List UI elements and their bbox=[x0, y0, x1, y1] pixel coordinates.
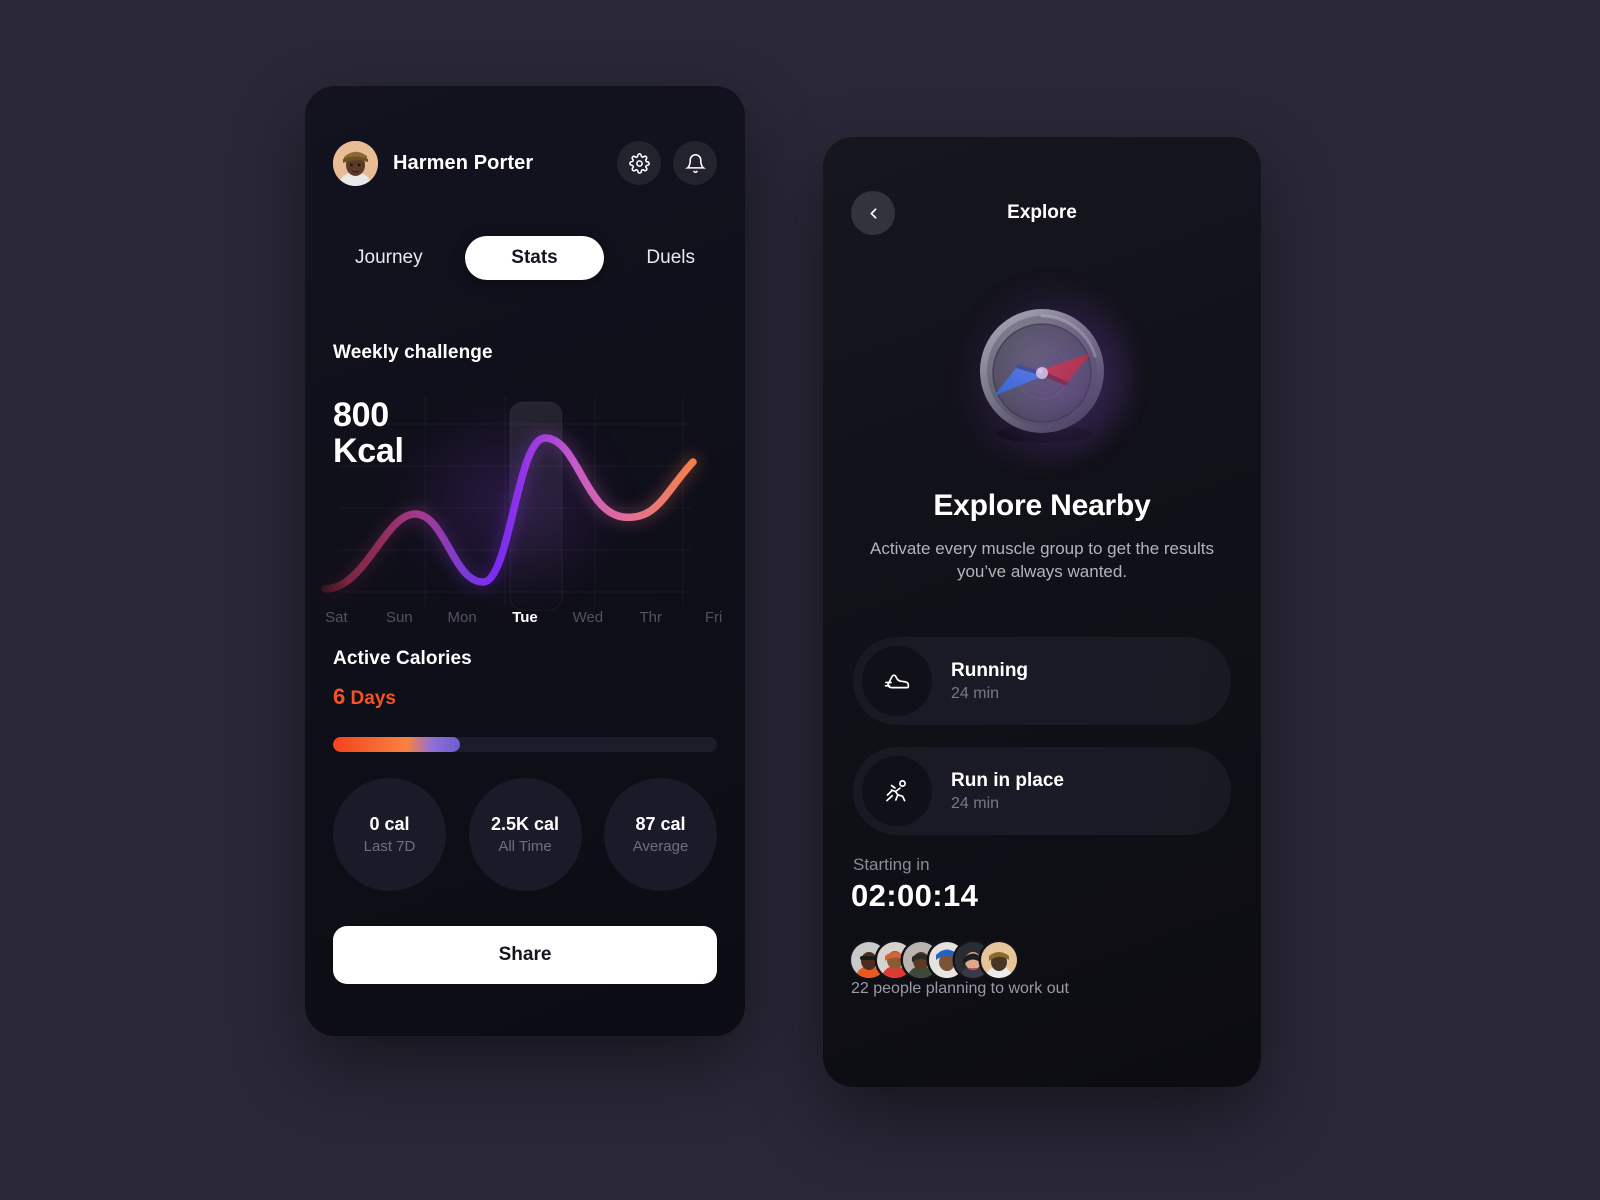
section-tabs: Journey Stats Duels bbox=[333, 236, 717, 280]
activity-icon-wrap bbox=[862, 756, 932, 826]
tab-journey[interactable]: Journey bbox=[333, 237, 445, 279]
activity-duration: 24 min bbox=[951, 795, 1000, 813]
stat-card-last7d[interactable]: 0 cal Last 7D bbox=[333, 778, 446, 891]
explore-title: Explore bbox=[1007, 202, 1077, 223]
streak-label: Days bbox=[350, 688, 396, 709]
explore-subtitle: Activate every muscle group to get the r… bbox=[870, 539, 1214, 582]
activity-item-run-in-place[interactable]: Run in place 24 min bbox=[853, 747, 1231, 835]
day-label-tue[interactable]: Tue bbox=[494, 609, 557, 626]
stat-label: Average bbox=[632, 838, 689, 855]
activity-text: Running 24 min bbox=[951, 659, 1028, 704]
kcal-readout: 800 Kcal bbox=[333, 396, 404, 470]
activity-name: Running bbox=[951, 659, 1029, 681]
stat-card-average[interactable]: 87 cal Average bbox=[604, 778, 717, 891]
calories-progress-bar[interactable] bbox=[333, 737, 717, 752]
day-label-thr[interactable]: Thr bbox=[619, 609, 682, 626]
user-name: Harmen Porter bbox=[393, 151, 534, 174]
stat-value: 0 cal bbox=[369, 814, 410, 834]
participants-note: 22 people planning to work out bbox=[851, 980, 1069, 997]
profile-header: Harmen Porter bbox=[333, 140, 717, 186]
user-avatar[interactable] bbox=[333, 140, 378, 186]
day-label-sun[interactable]: Sun bbox=[368, 609, 431, 626]
stat-value: 87 cal bbox=[635, 814, 686, 834]
day-label-wed[interactable]: Wed bbox=[556, 609, 619, 626]
activity-duration: 24 min bbox=[951, 685, 1000, 703]
explore-screen: Explore Explore Nearby Activate every mu… bbox=[823, 137, 1261, 1087]
bell-icon bbox=[684, 153, 706, 173]
avatar bbox=[981, 942, 1017, 978]
compass-illustration bbox=[823, 282, 1261, 463]
app-stage: Harmen Porter Journey Stats Duels Weekly… bbox=[0, 0, 1600, 1200]
stat-label: Last 7D bbox=[363, 838, 416, 855]
settings-button[interactable] bbox=[617, 141, 661, 185]
stat-value: 2.5K cal bbox=[490, 814, 560, 834]
stats-screen: Harmen Porter Journey Stats Duels Weekly… bbox=[305, 86, 745, 1036]
activity-list: Running 24 min Run in place 24 min bbox=[853, 637, 1231, 857]
compass-halo bbox=[952, 282, 1132, 463]
day-label-fri[interactable]: Fri bbox=[682, 609, 745, 626]
participant-avatars[interactable] bbox=[851, 942, 1017, 978]
activity-text: Run in place 24 min bbox=[951, 769, 1064, 814]
header-actions bbox=[617, 141, 717, 185]
kcal-unit: Kcal bbox=[333, 431, 404, 470]
share-button[interactable]: Share bbox=[333, 926, 717, 984]
sneaker-icon bbox=[884, 674, 910, 689]
day-label-mon[interactable]: Mon bbox=[431, 609, 494, 626]
tab-stats[interactable]: Stats bbox=[465, 236, 604, 280]
kcal-value: 800 bbox=[333, 396, 389, 434]
weekly-challenge-chart: 800 Kcal bbox=[305, 384, 745, 614]
stat-label: All Time bbox=[498, 838, 552, 855]
countdown-label: Starting in bbox=[853, 855, 930, 874]
runner-icon bbox=[886, 780, 906, 802]
calorie-stats-group: 0 cal Last 7D 2.5K cal All Time 87 cal A… bbox=[333, 778, 717, 894]
explore-heading: Explore Nearby bbox=[933, 489, 1151, 522]
active-calories-title: Active Calories bbox=[333, 648, 472, 669]
tab-duels[interactable]: Duels bbox=[624, 237, 717, 279]
streak-readout: 6 Days bbox=[333, 684, 396, 710]
countdown-timer: 02:00:14 bbox=[851, 878, 979, 913]
weekly-challenge-title: Weekly challenge bbox=[333, 342, 493, 363]
chart-day-axis: Sat Sun Mon Tue Wed Thr Fri bbox=[305, 604, 745, 630]
explore-header: Explore bbox=[851, 191, 1233, 235]
activity-name: Run in place bbox=[951, 769, 1064, 791]
notifications-button[interactable] bbox=[673, 141, 717, 185]
activity-item-running[interactable]: Running 24 min bbox=[853, 637, 1231, 725]
activity-icon-wrap bbox=[862, 646, 932, 716]
gear-icon bbox=[628, 152, 650, 174]
stat-card-alltime[interactable]: 2.5K cal All Time bbox=[468, 778, 582, 891]
day-label-sat[interactable]: Sat bbox=[305, 609, 368, 626]
calories-progress-fill bbox=[333, 737, 460, 752]
streak-number: 6 bbox=[333, 684, 346, 709]
